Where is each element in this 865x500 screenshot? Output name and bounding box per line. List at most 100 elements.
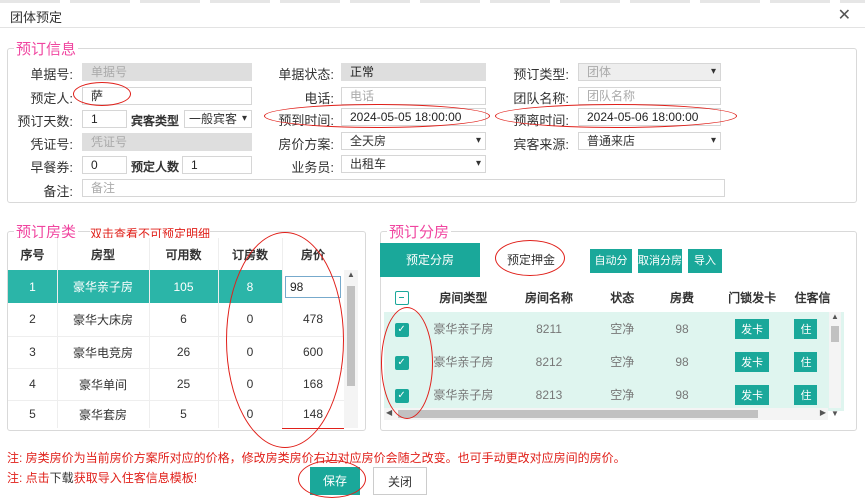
save-button[interactable]: 保存	[310, 467, 360, 495]
cell-booked[interactable]: 0	[218, 303, 282, 336]
room-assign-table: – 房间类型 房间名称 状态 房费 门锁发卡 住客信 ✓ 豪华亲子房 8211 …	[384, 282, 844, 411]
row-checkbox[interactable]: ✓	[394, 355, 409, 370]
auto-assign-button[interactable]: 自动分房	[590, 249, 632, 291]
table-row[interactable]: ✓ 豪华亲子房 8212 空净 98 发卡 住	[384, 345, 844, 378]
arrival-field[interactable]: 2024-05-05 18:00:00	[341, 108, 486, 126]
doc-no-field[interactable]: 单据号	[82, 63, 252, 81]
cell-booked[interactable]: 0	[218, 368, 282, 400]
cell-price[interactable]: 478	[282, 303, 344, 336]
days-field[interactable]: 1	[82, 110, 127, 128]
column-divider	[218, 238, 219, 428]
col-header: 序号	[20, 247, 45, 262]
scroll-right-icon[interactable]: ▶	[820, 408, 826, 417]
remark-field[interactable]: 备注	[82, 179, 725, 197]
col-header: 订房数	[231, 247, 268, 262]
table-row[interactable]: 4 豪华单间 25 0 168	[8, 368, 344, 400]
table-row[interactable]: 5 豪华套房 5 0 148	[8, 400, 344, 429]
salesman-select[interactable]: 出租车 ▾	[341, 155, 486, 173]
column-divider	[149, 238, 150, 428]
headcount-field[interactable]: 1	[182, 156, 252, 174]
guest-source-select[interactable]: 普通来店 ▾	[578, 132, 721, 150]
scroll-thumb[interactable]	[347, 286, 355, 386]
cell-price[interactable]: 148	[282, 400, 344, 429]
scroll-up-icon[interactable]: ▲	[829, 312, 841, 324]
note-prefix: 注: 点击	[7, 471, 50, 485]
table-row[interactable]: 2 豪华大床房 6 0 478	[8, 303, 344, 336]
voucher-field[interactable]: 凭证号	[82, 133, 252, 151]
phone-field[interactable]: 电话	[341, 87, 486, 105]
cell-fee[interactable]: 98	[654, 312, 710, 345]
scroll-left-icon[interactable]: ◀	[386, 408, 392, 417]
cell-fee[interactable]: 98	[654, 378, 710, 411]
price-plan-select[interactable]: 全天房 ▾	[341, 132, 486, 150]
cell-fee[interactable]: 98	[654, 345, 710, 378]
group-name-field[interactable]: 团队名称	[578, 87, 721, 105]
col-header: 房间类型	[439, 290, 488, 305]
cell-booked[interactable]: 8	[218, 270, 282, 303]
row-checkbox-cell[interactable]: ✓	[384, 345, 419, 378]
guest-type-select[interactable]: 一般宾客 ▾	[184, 110, 252, 128]
cell-avail: 25	[176, 377, 191, 391]
cell-type: 豪华亲子房	[433, 355, 494, 369]
row-checkbox[interactable]: ✓	[394, 322, 409, 337]
vertical-scrollbar[interactable]: ▲	[344, 270, 358, 428]
voucher-label: 凭证号:	[30, 137, 73, 152]
download-link[interactable]: 下载	[50, 471, 74, 485]
booker-label: 预定人:	[30, 91, 73, 106]
tab-deposit[interactable]: 预定押金	[498, 248, 564, 272]
salesman-label: 业务员:	[291, 160, 334, 175]
issue-card-button[interactable]: 发卡	[735, 351, 770, 372]
row-checkbox-cell[interactable]: ✓	[384, 378, 419, 411]
cell-price[interactable]: 168	[282, 368, 344, 400]
doc-no-label: 单据号:	[30, 67, 73, 82]
scroll-thumb[interactable]	[398, 410, 758, 418]
scroll-thumb[interactable]	[831, 326, 839, 342]
scroll-up-icon[interactable]: ▲	[344, 270, 358, 282]
cell-booked[interactable]: 0	[218, 400, 282, 428]
issue-card-button[interactable]: 发卡	[735, 318, 770, 339]
cell-type: 豪华亲子房	[433, 388, 494, 402]
cell-type: 豪华单间	[78, 377, 127, 392]
table-row[interactable]: ✓ 豪华亲子房 8211 空净 98 发卡 住	[384, 312, 844, 345]
select-all-checkbox[interactable]: –	[394, 291, 409, 305]
horizontal-scrollbar[interactable]: ◀ ▶	[384, 408, 828, 420]
close-button[interactable]: 关闭	[373, 467, 427, 495]
col-header: 住客信	[794, 290, 831, 305]
doc-status-label: 单据状态:	[278, 67, 334, 82]
row-checkbox-cell[interactable]: ✓	[384, 312, 419, 345]
guest-info-button[interactable]: 住	[794, 351, 818, 372]
table-row[interactable]: 1 豪华亲子房 105 8 98	[8, 270, 344, 303]
table-row[interactable]: 3 豪华电竞房 26 0 600	[8, 336, 344, 368]
col-header: 房间名称	[524, 290, 573, 305]
booking-type-select[interactable]: 团体 ▾	[578, 63, 721, 81]
doc-status-field: 正常	[341, 63, 486, 81]
table-row[interactable]: ✓ 豪华亲子房 8213 空净 98 发卡 住	[384, 378, 844, 411]
cancel-assign-button[interactable]: 取消分房	[638, 249, 682, 273]
remark-label: 备注:	[43, 184, 73, 199]
room-assign-legend: 预订分房	[387, 221, 452, 242]
download-note: 注: 点击下载获取导入住客信息模板!	[7, 469, 197, 486]
price-note: 注: 房类房价为当前房价方案所对应的价格，修改房类房价右边对应房价会随之改变。也…	[7, 451, 626, 465]
import-button[interactable]: 导入	[688, 249, 722, 273]
cell-booked[interactable]: 0	[218, 336, 282, 368]
cell-status: 空净	[610, 388, 635, 402]
issue-card-button[interactable]: 发卡	[735, 384, 770, 405]
cell-price[interactable]: 98	[282, 270, 344, 303]
column-divider	[57, 238, 58, 428]
booker-field[interactable]: 萨	[82, 87, 252, 105]
cell-no: 1	[29, 279, 36, 294]
tab-room-assign[interactable]: 预定分房	[380, 243, 480, 277]
departure-field[interactable]: 2024-05-06 18:00:00	[578, 108, 721, 126]
row-checkbox[interactable]: ✓	[394, 388, 409, 403]
vertical-scrollbar[interactable]: ▲	[829, 312, 841, 408]
cell-no: 2	[29, 312, 36, 327]
guest-info-button[interactable]: 住	[794, 318, 818, 339]
price-edit-input[interactable]: 98	[285, 275, 341, 298]
cell-price[interactable]: 600	[282, 336, 344, 368]
close-icon[interactable]: ✕	[838, 5, 851, 25]
breakfast-field[interactable]: 0	[82, 156, 127, 174]
select-all-cell[interactable]: –	[384, 282, 419, 312]
guest-info-button[interactable]: 住	[794, 384, 818, 405]
scroll-down-icon[interactable]: ▼	[831, 409, 839, 418]
cell-card: 发卡	[710, 345, 795, 378]
